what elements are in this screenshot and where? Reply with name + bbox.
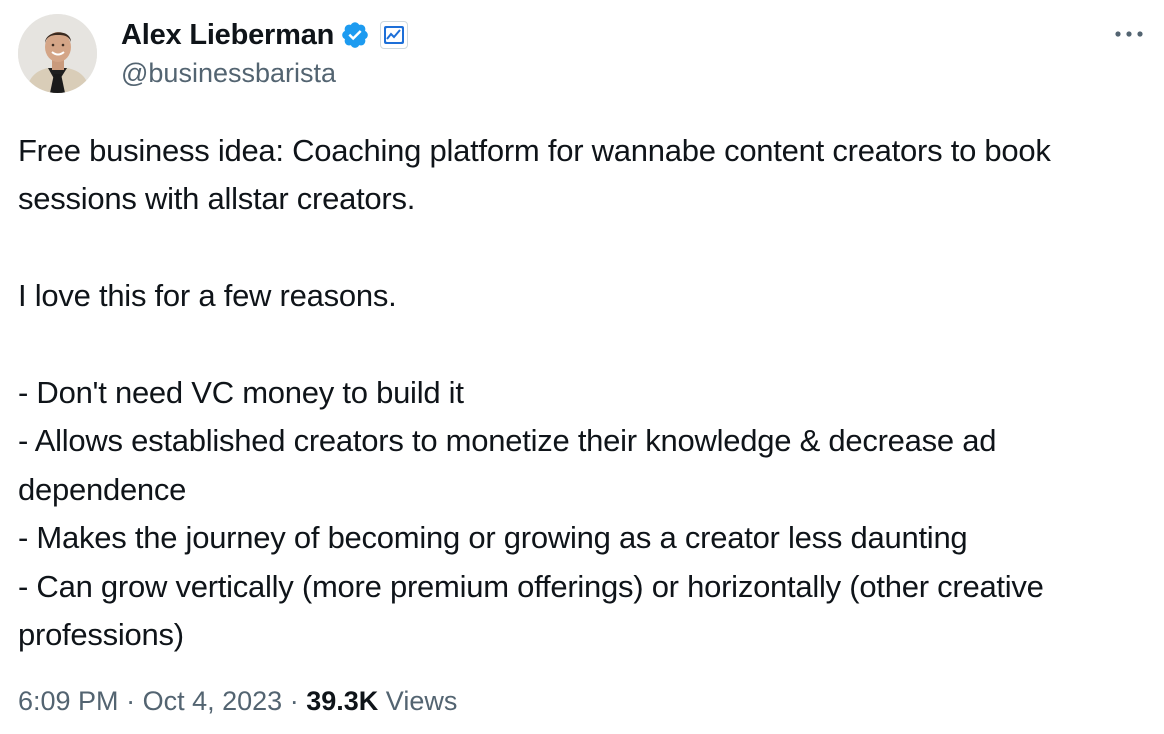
display-name[interactable]: Alex Lieberman [121, 19, 334, 52]
chart-badge-icon[interactable] [380, 21, 409, 49]
tweet-metadata: 6:09 PM · Oct 4, 2023 · 39.3K Views [18, 686, 457, 717]
more-horizontal-icon[interactable] [1112, 22, 1146, 46]
tweet-time[interactable]: 6:09 PM [18, 686, 119, 716]
author-info: Alex Lieberman @businessbarista [121, 16, 409, 89]
views-label[interactable]: Views [386, 686, 458, 716]
meta-separator-2: · [289, 686, 299, 716]
tweet-card: Alex Lieberman @businessbarista Free bus… [0, 0, 1164, 734]
tweet-date[interactable]: Oct 4, 2023 [143, 686, 283, 716]
avatar-photo [18, 14, 97, 93]
meta-separator: · [126, 686, 136, 716]
tweet-text: Free business idea: Coaching platform fo… [18, 133, 1051, 653]
avatar[interactable] [18, 14, 97, 93]
views-count[interactable]: 39.3K [306, 686, 378, 716]
verified-badge-icon[interactable] [340, 20, 370, 50]
author-handle[interactable]: @businessbarista [121, 58, 408, 89]
name-row: Alex Lieberman [121, 16, 409, 54]
